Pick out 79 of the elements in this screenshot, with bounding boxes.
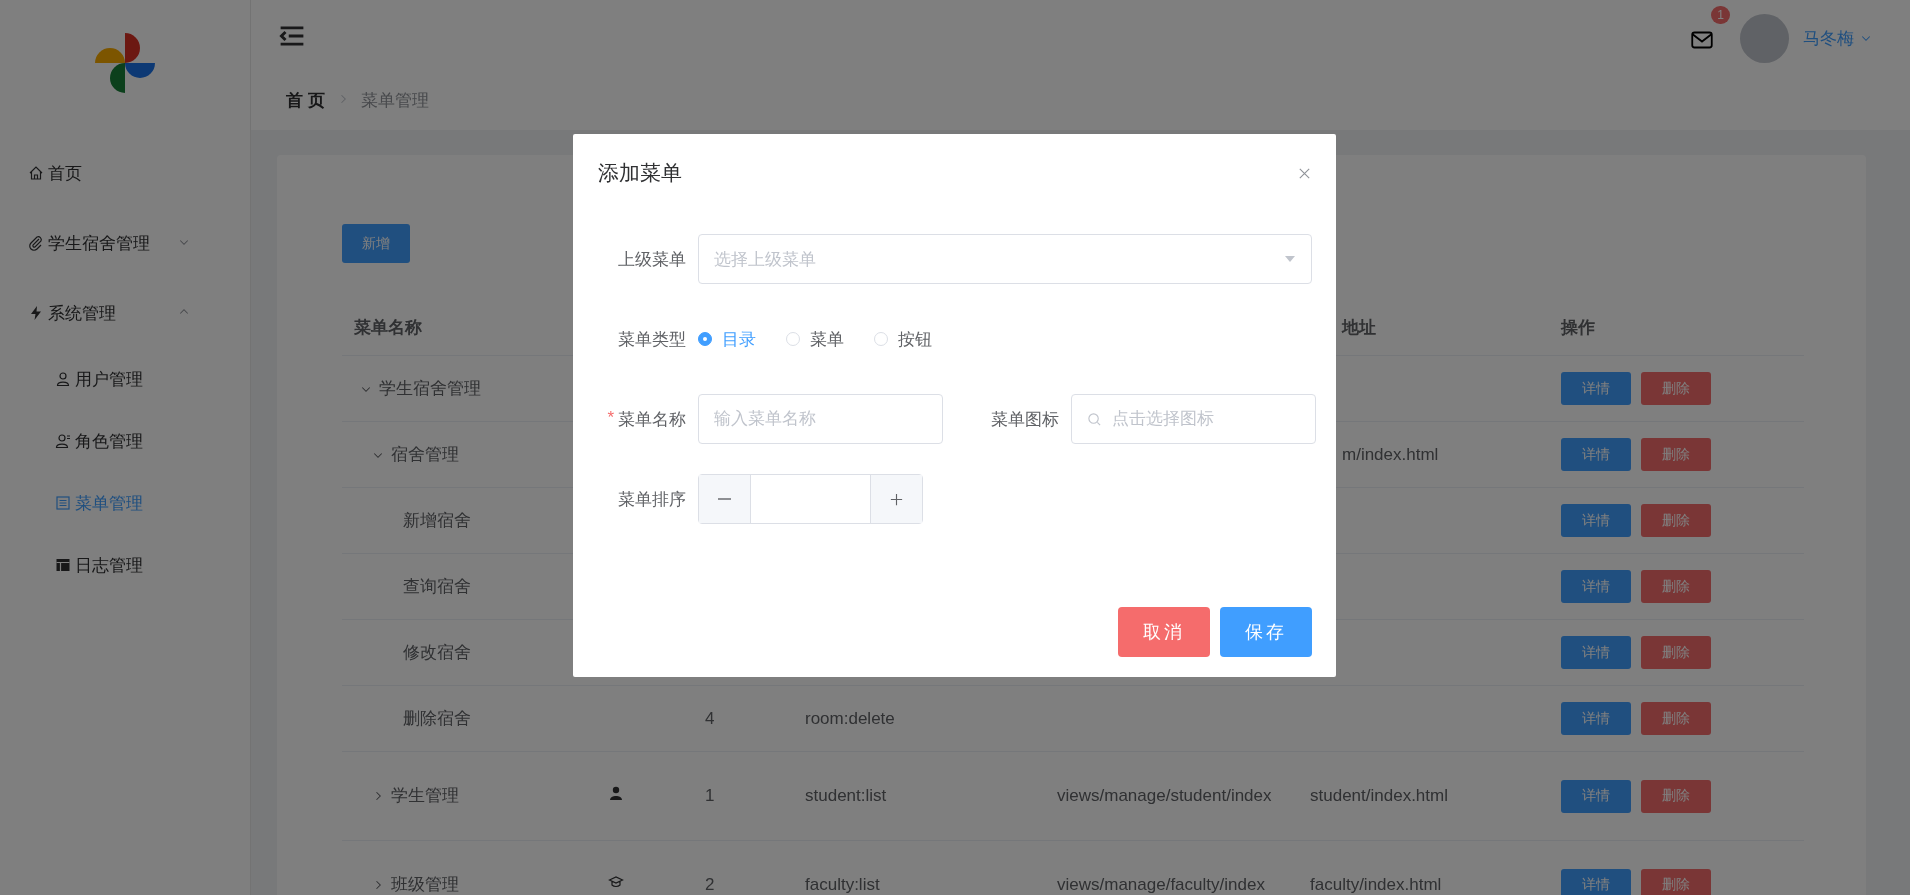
delete-button[interactable]: 删除 xyxy=(1641,779,1711,813)
menu-name: 学生管理 xyxy=(391,785,459,807)
detail-button[interactable]: 详情 xyxy=(1561,636,1631,669)
sidebar-item[interactable]: 首页 xyxy=(0,138,250,208)
icon-field[interactable]: 点击选择图标 xyxy=(1071,394,1316,444)
save-button[interactable]: 保存 xyxy=(1220,607,1312,657)
route-path: m/index.html xyxy=(1342,444,1439,464)
delete-button[interactable]: 删除 xyxy=(1641,636,1711,669)
dialog-title: 添加菜单 xyxy=(598,160,682,186)
field-label: 菜单图标 xyxy=(990,408,1060,431)
list-icon xyxy=(55,495,71,511)
route-path: student/index.html xyxy=(1310,786,1448,805)
breadcrumb-item[interactable]: 首 页 xyxy=(286,88,325,112)
menu-name: 新增宿舍 xyxy=(403,509,471,532)
sidebar-item[interactable]: 用户管理 xyxy=(0,348,250,410)
field-label: 上级菜单 xyxy=(617,248,687,271)
delete-button[interactable]: 删除 xyxy=(1641,702,1711,735)
delete-button[interactable]: 删除 xyxy=(1641,372,1711,405)
user-icon xyxy=(55,371,71,387)
detail-button[interactable]: 详情 xyxy=(1561,438,1631,471)
menu-name: 修改宿舍 xyxy=(403,641,471,664)
parent-select[interactable]: 选择上级菜单 xyxy=(698,234,1312,284)
sidebar-item[interactable]: 系统管理 xyxy=(0,278,250,348)
detail-button[interactable]: 详情 xyxy=(1561,779,1631,813)
sort-number: 4 xyxy=(705,708,715,728)
field-label: 菜单类型 xyxy=(617,328,687,351)
avatar[interactable] xyxy=(1740,13,1789,63)
detail-button[interactable]: 详情 xyxy=(1561,570,1631,603)
column-header: 操作 xyxy=(1559,316,1596,339)
dropdown-icon xyxy=(1284,255,1296,263)
menu-name: 学生宿舍管理 xyxy=(379,377,481,400)
sidebar-item[interactable]: 菜单管理 xyxy=(0,472,250,534)
cancel-button[interactable]: 取消 xyxy=(1118,607,1210,657)
detail-button[interactable]: 详情 xyxy=(1561,504,1631,537)
menu-name: 宿舍管理 xyxy=(391,443,459,466)
paperclip-icon xyxy=(28,235,44,251)
sort-number: 1 xyxy=(705,786,715,805)
menu-name: 删除宿舍 xyxy=(403,707,471,730)
radio-option[interactable]: 按钮 xyxy=(874,327,932,351)
menu-name: 班级管理 xyxy=(391,874,459,895)
table-icon xyxy=(55,557,71,573)
home-icon xyxy=(28,165,44,181)
radio-option[interactable]: 目录 xyxy=(698,327,756,351)
delete-button[interactable]: 删除 xyxy=(1641,438,1711,471)
required-mark: * xyxy=(607,407,614,429)
add-button[interactable]: 新增 xyxy=(342,224,410,263)
order-stepper[interactable] xyxy=(698,474,923,524)
detail-button[interactable]: 详情 xyxy=(1561,702,1631,735)
plus-icon xyxy=(889,491,904,507)
graduation-cap-icon xyxy=(608,874,624,890)
permission-code: faculty:list xyxy=(805,875,880,894)
delete-button[interactable]: 删除 xyxy=(1641,868,1711,895)
user-icon xyxy=(608,785,624,801)
notification-badge: 1 xyxy=(1711,6,1730,24)
field-label: 菜单排序 xyxy=(617,488,687,511)
menu-icon xyxy=(279,23,305,49)
component-path: views/manage/faculty/index xyxy=(1057,875,1265,894)
user-menu[interactable]: 马冬梅 xyxy=(1803,26,1872,50)
route-path: faculty/index.html xyxy=(1310,875,1442,894)
column-header: 菜单名称 xyxy=(353,316,423,339)
permission-code: student:list xyxy=(805,786,887,805)
permission-code: room:delete xyxy=(805,708,895,728)
field-label: 菜单名称 xyxy=(618,408,686,431)
delete-button[interactable]: 删除 xyxy=(1641,504,1711,537)
radio-option[interactable]: 菜单 xyxy=(786,327,844,351)
sidebar-item[interactable]: 角色管理 xyxy=(0,410,250,472)
delete-button[interactable]: 删除 xyxy=(1641,570,1711,603)
component-path: views/manage/student/index xyxy=(1057,786,1272,805)
detail-button[interactable]: 详情 xyxy=(1561,372,1631,405)
user-list-icon xyxy=(55,433,71,449)
search-icon xyxy=(1087,411,1102,427)
sidebar-item[interactable]: 学生宿舍管理 xyxy=(0,208,250,278)
minus-icon xyxy=(718,498,731,500)
detail-button[interactable]: 详情 xyxy=(1561,868,1631,895)
sidebar-item[interactable]: 日志管理 xyxy=(0,534,250,596)
column-header: 地址 xyxy=(1340,316,1377,339)
menu-name: 查询宿舍 xyxy=(403,575,471,598)
sort-number: 2 xyxy=(705,875,715,894)
name-input[interactable]: 输入菜单名称 xyxy=(698,394,943,444)
